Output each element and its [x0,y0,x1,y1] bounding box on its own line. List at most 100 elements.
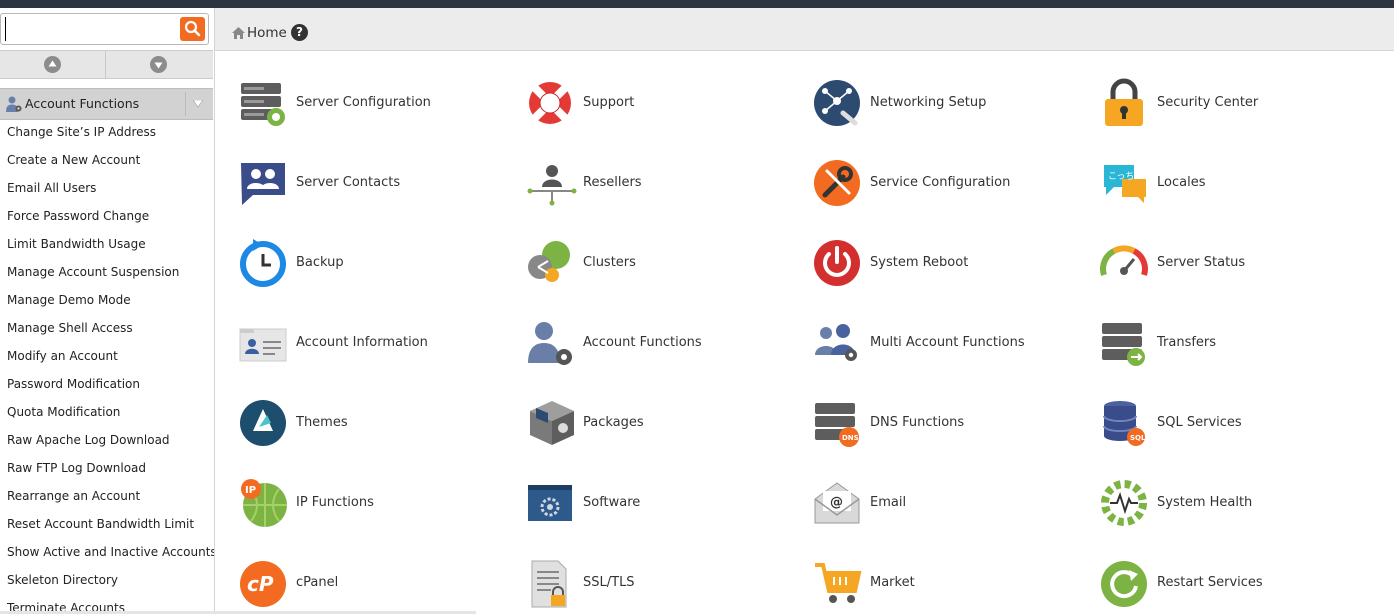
tile-label: System Reboot [870,255,969,270]
locales-icon: こっち [1104,165,1146,203]
sidebar-item[interactable]: Manage Account Suspension [0,260,214,288]
tile-label: Server Contacts [296,175,401,190]
sidebar-item[interactable]: Force Password Change [0,204,214,232]
svg-text:IP: IP [245,485,256,496]
tile-label: Support [583,95,635,110]
tile-sql-services[interactable]: SQL SQL Services [1100,393,1380,453]
tile-transfers[interactable]: Transfers [1100,313,1380,373]
tile-system-health[interactable]: System Health [1100,473,1380,533]
themes-icon [240,400,286,446]
tile-networking-setup[interactable]: Networking Setup [813,73,1093,133]
tile-account-functions[interactable]: Account Functions [526,313,806,373]
sidebar-item[interactable]: Raw FTP Log Download [0,456,214,484]
sidebar-item[interactable]: Limit Bandwidth Usage [0,232,214,260]
sidebar-item[interactable]: Manage Demo Mode [0,288,214,316]
tile-email[interactable]: @ Email [813,473,1093,533]
tile-server-status[interactable]: Server Status [1100,233,1380,293]
tile-ip-functions[interactable]: IP IP Functions [239,473,519,533]
scroll-up-button[interactable] [0,51,106,78]
tile-account-information[interactable]: Account Information [239,313,519,373]
top-bar [0,0,1394,8]
search-icon [184,20,201,37]
breadcrumb-bar: Home ? [215,8,1394,51]
sidebar-item[interactable]: Show Active and Inactive Accounts [0,540,214,568]
tile-ssl-tls[interactable]: SSL/TLS [526,553,806,613]
tile-label: DNS Functions [870,415,965,430]
breadcrumb[interactable]: Home [247,25,287,41]
network-icon [814,80,860,126]
tile-label: Multi Account Functions [870,335,1025,350]
sidebar-section-header[interactable]: Account Functions [0,88,213,120]
tile-label: Server Configuration [296,95,431,110]
transfer-server-icon [1102,323,1145,366]
tile-software[interactable]: Software [526,473,806,533]
sidebar-item[interactable]: Modify an Account [0,344,214,372]
tile-restart-services[interactable]: Restart Services [1100,553,1380,613]
tile-label: Software [583,495,641,510]
tile-label: IP Functions [296,495,374,510]
sidebar-item[interactable]: Create a New Account [0,148,214,176]
sidebar-section-label: Account Functions [25,96,140,111]
gauge-icon [1100,245,1148,276]
tile-support[interactable]: Support [526,73,806,133]
tile-clusters[interactable]: Clusters [526,233,806,293]
sidebar-item[interactable]: Password Modification [0,372,214,400]
backup-clock-icon [240,239,286,287]
sidebar-scroll-controls [0,50,213,79]
sidebar-menu: Change Site’s IP Address Create a New Ac… [0,120,214,614]
tile-label: Security Center [1157,95,1259,110]
tile-backup[interactable]: Backup [239,233,519,293]
contacts-icon [241,163,285,205]
system-health-gear-icon [1101,480,1147,526]
tile-label: Account Functions [583,335,702,350]
search-button[interactable] [180,17,205,41]
sidebar-item[interactable]: Reset Account Bandwidth Limit [0,512,214,540]
help-icon[interactable]: ? [291,24,308,41]
dns-server-icon: DNS [815,403,859,447]
tile-label: Backup [296,255,344,270]
sidebar-item[interactable]: Quota Modification [0,400,214,428]
tile-label: Transfers [1157,335,1217,350]
svg-text:cP: cP [247,572,274,596]
tile-label: Service Configuration [870,175,1011,190]
collapse-toggle-icon[interactable] [193,100,203,108]
tile-cpanel[interactable]: cP cPanel [239,553,519,613]
tile-themes[interactable]: Themes [239,393,519,453]
sidebar-item[interactable]: Rearrange an Account [0,484,214,512]
lifebuoy-icon [529,82,571,124]
email-envelope-icon: @ [814,482,860,524]
software-window-icon [528,485,572,521]
tile-multi-account-functions[interactable]: Multi Account Functions [813,313,1093,373]
tile-service-configuration[interactable]: Service Configuration [813,153,1093,213]
tile-dns-functions[interactable]: DNS DNS Functions [813,393,1093,453]
tile-server-configuration[interactable]: Server Configuration [239,73,519,133]
sidebar-item[interactable]: Email All Users [0,176,214,204]
sidebar-item[interactable]: Manage Shell Access [0,316,214,344]
tile-label: Networking Setup [870,95,987,110]
search-input[interactable] [5,17,176,41]
tile-system-reboot[interactable]: System Reboot [813,233,1093,293]
sidebar-item[interactable]: Raw Apache Log Download [0,428,214,456]
divider [185,92,186,116]
tile-label: Clusters [583,255,636,270]
sidebar-item[interactable]: Skeleton Directory [0,568,214,596]
svg-text:こっち: こっち [1108,171,1134,182]
tile-server-contacts[interactable]: Server Contacts [239,153,519,213]
tile-market[interactable]: Market [813,553,1093,613]
tile-label: Market [870,575,915,590]
cpanel-logo-icon: cP [240,561,286,607]
home-icon[interactable] [232,27,245,39]
scroll-down-button[interactable] [106,51,211,78]
resellers-icon [527,165,577,206]
users-gear-icon [815,324,857,361]
tile-packages[interactable]: Packages [526,393,806,453]
tile-label: Packages [583,415,644,430]
tile-resellers[interactable]: Resellers [526,153,806,213]
tile-label: Themes [296,415,348,430]
tile-label: Server Status [1157,255,1246,270]
wrench-icon [814,160,860,206]
tile-locales[interactable]: こっち Locales [1100,153,1380,213]
user-gear-icon [6,96,22,112]
sidebar-item[interactable]: Change Site’s IP Address [0,120,214,148]
tile-security-center[interactable]: Security Center [1100,73,1380,133]
